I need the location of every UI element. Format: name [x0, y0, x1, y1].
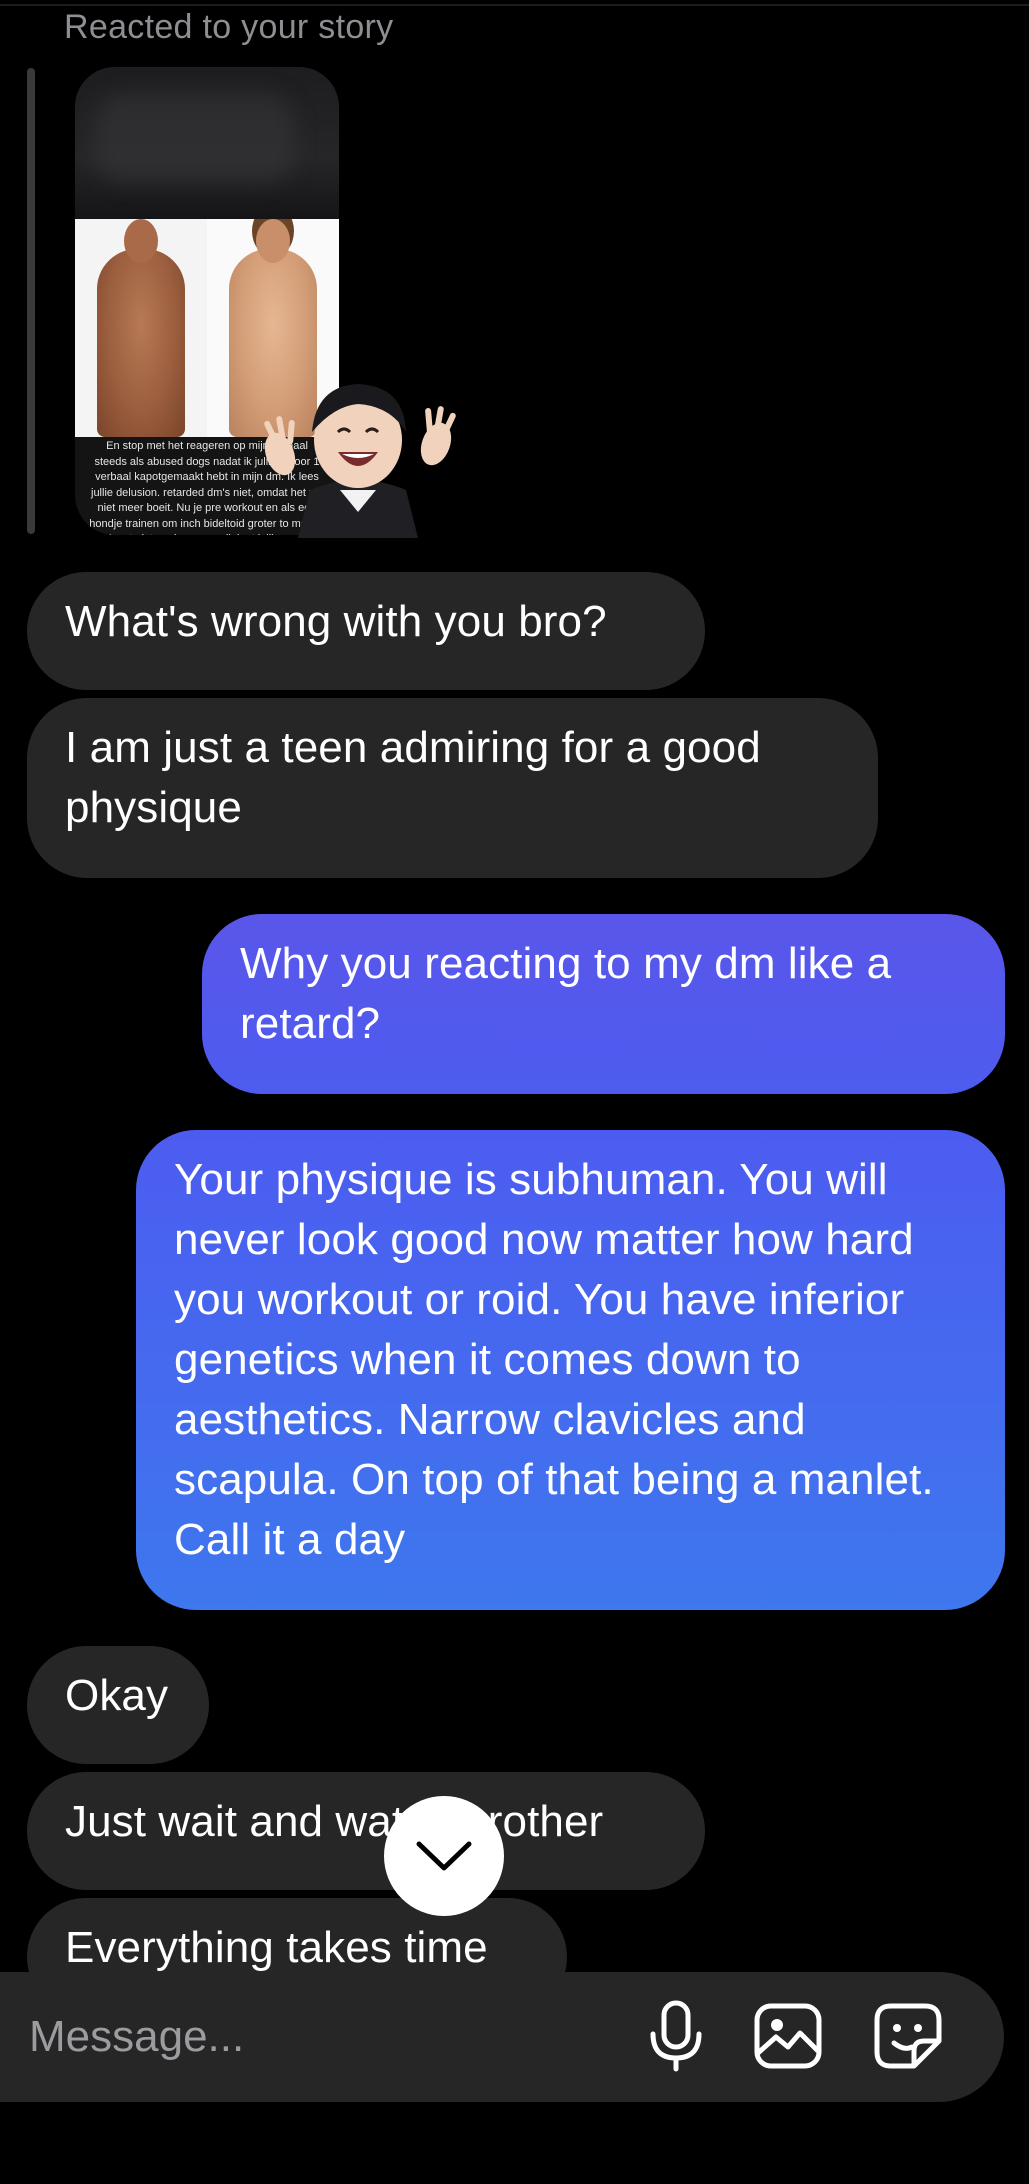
sticker-button[interactable] — [872, 2000, 944, 2072]
top-divider — [0, 4, 1029, 6]
story-reply-bar — [27, 68, 35, 534]
message-bubble-incoming[interactable]: Okay — [27, 1646, 209, 1764]
microphone-icon — [650, 2000, 702, 2072]
laughing-avatar-sticker — [264, 384, 456, 538]
message-bubble-outgoing[interactable]: Why you reacting to my dm like a retard? — [202, 914, 1005, 1094]
message-composer — [0, 1972, 1004, 2102]
message-bubble-outgoing[interactable]: Your physique is subhuman. You will neve… — [136, 1130, 1005, 1610]
message-bubble-incoming[interactable]: What's wrong with you bro? — [27, 572, 705, 690]
blurred-story-header — [75, 67, 339, 219]
gallery-icon — [754, 2003, 822, 2069]
microphone-button[interactable] — [640, 2000, 712, 2072]
message-bubble-incoming[interactable]: I am just a teen admiring for a good phy… — [27, 698, 878, 878]
message-input[interactable] — [27, 2006, 591, 2068]
dm-thread-screen: Reacted to your story En stop met het re… — [0, 0, 1029, 2184]
gallery-button[interactable] — [752, 2000, 824, 2072]
scroll-to-bottom-button[interactable] — [384, 1796, 504, 1916]
chevron-down-icon — [416, 1841, 472, 1871]
story-reaction-caption: Reacted to your story — [64, 8, 394, 46]
physique-photo-left — [75, 219, 207, 437]
sticker-icon — [874, 2003, 942, 2069]
message-bubble-incoming[interactable]: Just wait and watch brother — [27, 1772, 705, 1890]
